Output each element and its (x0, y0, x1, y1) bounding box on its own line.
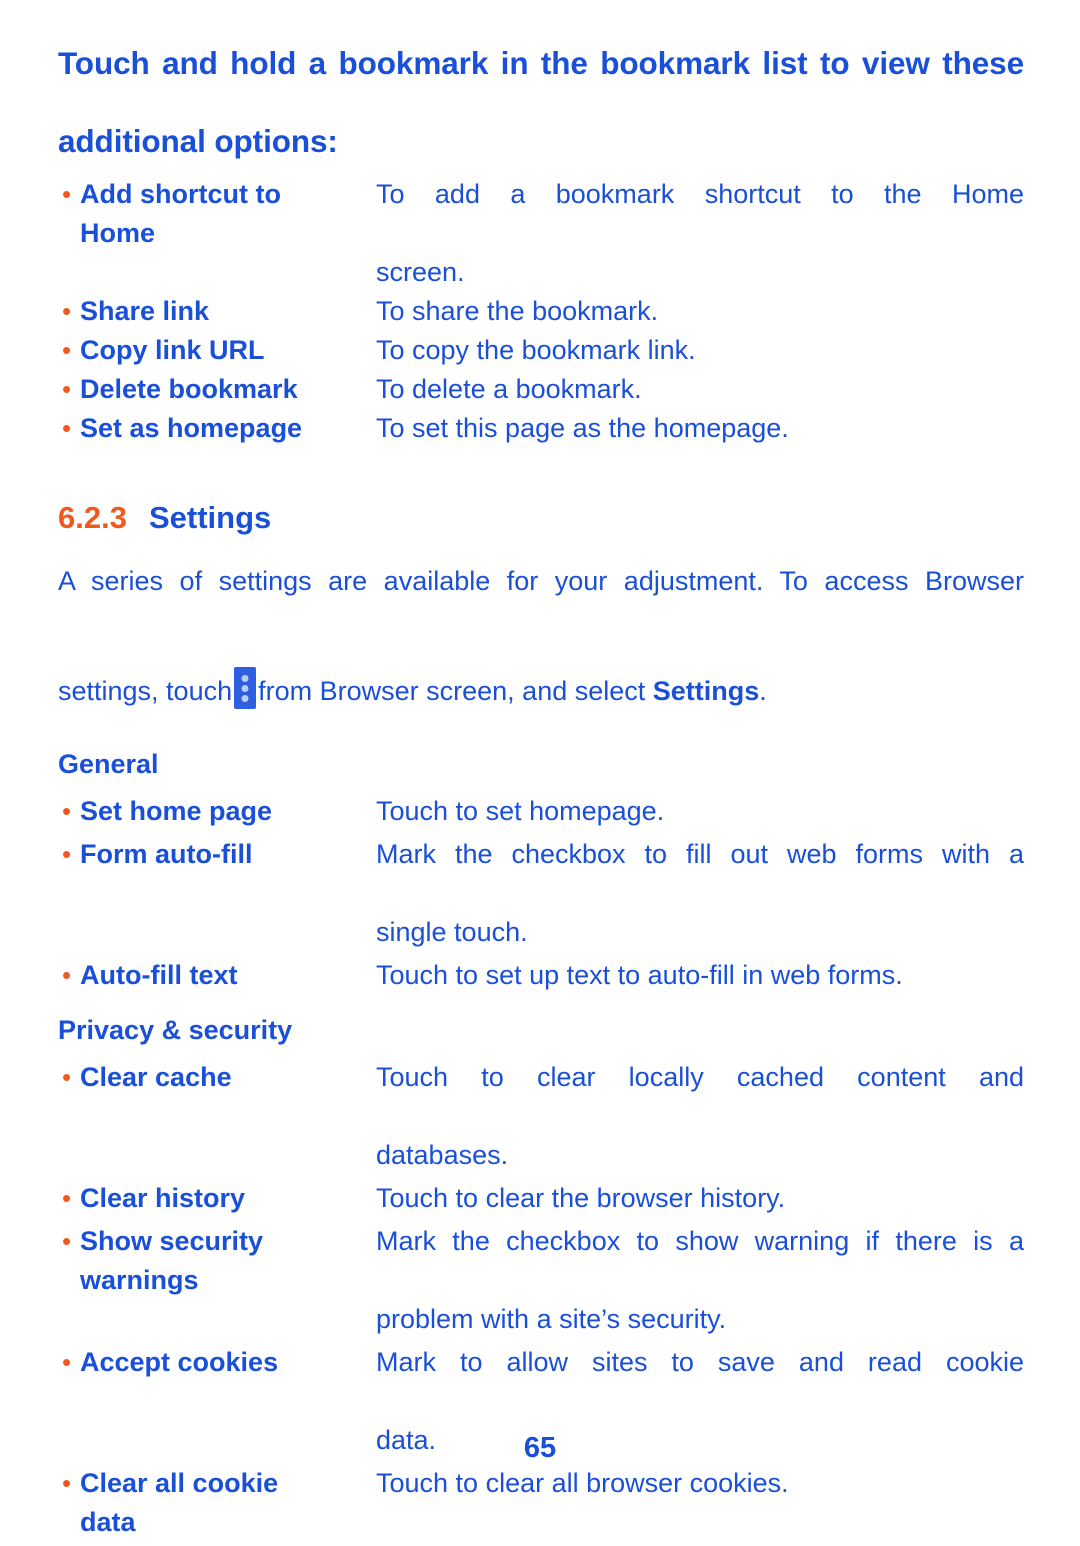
page-content: Touch and hold a bookmark in the bookmar… (58, 44, 1024, 1546)
setting-desc: Touch to clear locally cached content an… (376, 1058, 1024, 1175)
bullet-icon: • (62, 179, 72, 209)
setting-term: Auto-fill text (80, 960, 238, 990)
section-paragraph: A series of settings are available for y… (58, 554, 1024, 719)
bullet-icon: • (62, 374, 72, 404)
intro-heading: Touch and hold a bookmark in the bookmar… (58, 44, 1024, 161)
list-item: • Form auto-fill Mark the checkbox to fi… (58, 835, 1024, 952)
option-term-line2: Home (80, 218, 156, 248)
setting-desc: Mark the checkbox to fill out web forms … (376, 835, 1024, 952)
setting-desc: Touch to set homepage. (376, 796, 665, 826)
list-item: • Show security warnings Mark the checkb… (58, 1222, 1024, 1339)
list-item: • Clear history Touch to clear the brows… (58, 1179, 1024, 1218)
bullet-icon: • (62, 1468, 72, 1498)
bullet-icon: • (62, 796, 72, 826)
option-term-line1: Add shortcut to (80, 179, 281, 209)
option-desc-line2: screen. (376, 257, 465, 287)
paragraph-settings-bold: Settings (652, 676, 760, 706)
setting-desc: Touch to set up text to auto-fill in web… (376, 960, 903, 990)
bullet-icon: • (62, 960, 72, 990)
general-settings-list: • Set home page Touch to set homepage. •… (58, 792, 1024, 995)
list-item: • Copy link URL To copy the bookmark lin… (58, 331, 1024, 370)
list-item: • Share link To share the bookmark. (58, 292, 1024, 331)
setting-desc-line2: databases. (376, 1140, 509, 1170)
section-heading: 6.2.3 Settings (58, 500, 1024, 536)
setting-term-line1: Clear all cookie (80, 1468, 279, 1498)
bullet-icon: • (62, 335, 72, 365)
setting-term: Clear history (80, 1183, 246, 1213)
option-desc: To share the bookmark. (376, 296, 659, 326)
setting-term: Accept cookies (80, 1347, 279, 1377)
list-item: • Set home page Touch to set homepage. (58, 792, 1024, 831)
paragraph-line2: settings, touch from Browser screen, and … (58, 664, 1024, 719)
setting-term-line2: warnings (80, 1265, 199, 1295)
setting-term: Set home page (80, 796, 273, 826)
dot-1 (241, 675, 249, 682)
privacy-settings-list: • Clear cache Touch to clear locally cac… (58, 1058, 1024, 1542)
dot-3 (241, 695, 249, 702)
setting-desc-line2: problem with a site’s security. (376, 1304, 727, 1334)
option-term: Set as homepage (80, 413, 303, 443)
list-item: • Clear cache Touch to clear locally cac… (58, 1058, 1024, 1175)
general-heading: General (58, 749, 159, 779)
paragraph-line2-after-icon: from Browser screen, and select (258, 676, 646, 706)
setting-desc: Touch to clear all browser cookies. (376, 1468, 789, 1498)
section-number: 6.2.3 (58, 500, 127, 535)
section-title: Settings (148, 500, 272, 535)
intro-heading-line2: additional options: (58, 123, 338, 159)
list-item: • Delete bookmark To delete a bookmark. (58, 370, 1024, 409)
bullet-icon: • (62, 1062, 72, 1092)
list-item: • Set as homepage To set this page as th… (58, 409, 1024, 448)
bullet-icon: • (62, 1347, 72, 1377)
list-item: • Add shortcut to Home To add a bookmark… (58, 175, 1024, 292)
intro-heading-line1: Touch and hold a bookmark in the bookmar… (58, 45, 1024, 81)
setting-desc-line1: Mark the checkbox to fill out web forms … (376, 839, 1024, 869)
setting-desc: Mark the checkbox to show warning if the… (376, 1222, 1024, 1339)
setting-term-line1: Show security (80, 1226, 264, 1256)
setting-term-line2: data (80, 1507, 136, 1537)
bullet-icon: • (62, 1183, 72, 1213)
bookmark-options-list: • Add shortcut to Home To add a bookmark… (58, 175, 1024, 448)
option-desc: To set this page as the homepage. (376, 413, 789, 443)
paragraph-line2-end: . (759, 676, 767, 706)
option-term: Add shortcut to Home (80, 175, 376, 253)
bullet-icon: • (62, 413, 72, 443)
page-number: 65 (523, 1432, 557, 1464)
setting-desc-line2: single touch. (376, 917, 528, 947)
setting-term: Clear all cookie data (80, 1464, 376, 1542)
bullet-icon: • (62, 839, 72, 869)
option-term: Share link (80, 296, 210, 326)
manual-page: Touch and hold a bookmark in the bookmar… (0, 0, 1080, 1537)
option-term: Copy link URL (80, 335, 265, 365)
bullet-icon: • (62, 296, 72, 326)
paragraph-line2-before-icon: settings, touch (58, 676, 233, 706)
paragraph-line1: A series of settings are available for y… (58, 566, 1024, 596)
option-term: Delete bookmark (80, 374, 298, 404)
list-item: • Auto-fill text Touch to set up text to… (58, 956, 1024, 995)
option-desc: To add a bookmark shortcut to the Home s… (376, 175, 1024, 292)
bullet-icon: • (62, 1226, 72, 1256)
setting-desc-line1: Touch to clear locally cached content an… (376, 1062, 1024, 1092)
setting-desc-line1: Mark the checkbox to show warning if the… (376, 1226, 1024, 1256)
privacy-heading: Privacy & security (58, 1015, 293, 1045)
option-desc-line1: To add a bookmark shortcut to the Home (376, 179, 1024, 209)
list-item: • Clear all cookie data Touch to clear a… (58, 1464, 1024, 1542)
setting-term: Clear cache (80, 1062, 232, 1092)
setting-term: Form auto-fill (80, 839, 253, 869)
setting-desc: Touch to clear the browser history. (376, 1183, 786, 1213)
option-desc: To delete a bookmark. (376, 374, 642, 404)
setting-desc-line1: Mark to allow sites to save and read coo… (376, 1347, 1024, 1377)
option-desc: To copy the bookmark link. (376, 335, 696, 365)
overflow-menu-icon[interactable] (234, 667, 257, 709)
setting-term: Show security warnings (80, 1222, 376, 1300)
dot-2 (241, 685, 249, 692)
